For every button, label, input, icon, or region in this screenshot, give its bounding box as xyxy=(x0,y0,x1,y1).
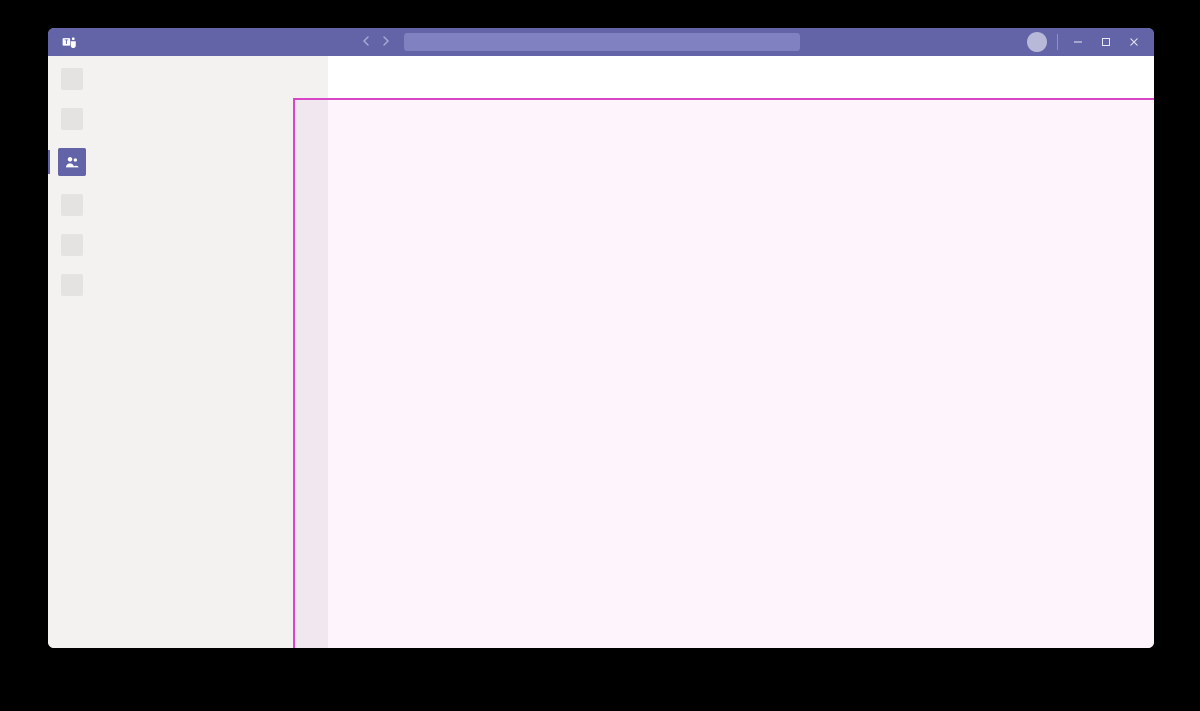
main-content xyxy=(328,56,1154,648)
people-icon xyxy=(64,154,80,170)
window-minimize-button[interactable] xyxy=(1064,28,1092,56)
search-input[interactable] xyxy=(404,33,800,51)
highlight-region xyxy=(293,98,1154,648)
body-area xyxy=(48,56,1154,648)
rail-item-files[interactable] xyxy=(61,274,83,296)
title-divider xyxy=(1057,34,1058,50)
app-rail xyxy=(48,56,96,648)
svg-text:T: T xyxy=(64,39,68,46)
app-window: T xyxy=(48,28,1154,648)
rail-item-calls[interactable] xyxy=(61,234,83,256)
nav-back-button[interactable] xyxy=(362,36,370,49)
rail-item-teams[interactable] xyxy=(58,148,86,176)
rail-item-activity[interactable] xyxy=(61,68,83,90)
window-close-button[interactable] xyxy=(1120,28,1148,56)
secondary-panel xyxy=(96,56,328,648)
window-maximize-button[interactable] xyxy=(1092,28,1120,56)
teams-logo-icon: T xyxy=(62,35,77,50)
rail-item-calendar[interactable] xyxy=(61,194,83,216)
rail-item-chat[interactable] xyxy=(61,108,83,130)
user-avatar[interactable] xyxy=(1027,32,1047,52)
nav-forward-button[interactable] xyxy=(382,36,390,49)
nav-arrows xyxy=(362,36,390,49)
title-bar: T xyxy=(48,28,1154,56)
